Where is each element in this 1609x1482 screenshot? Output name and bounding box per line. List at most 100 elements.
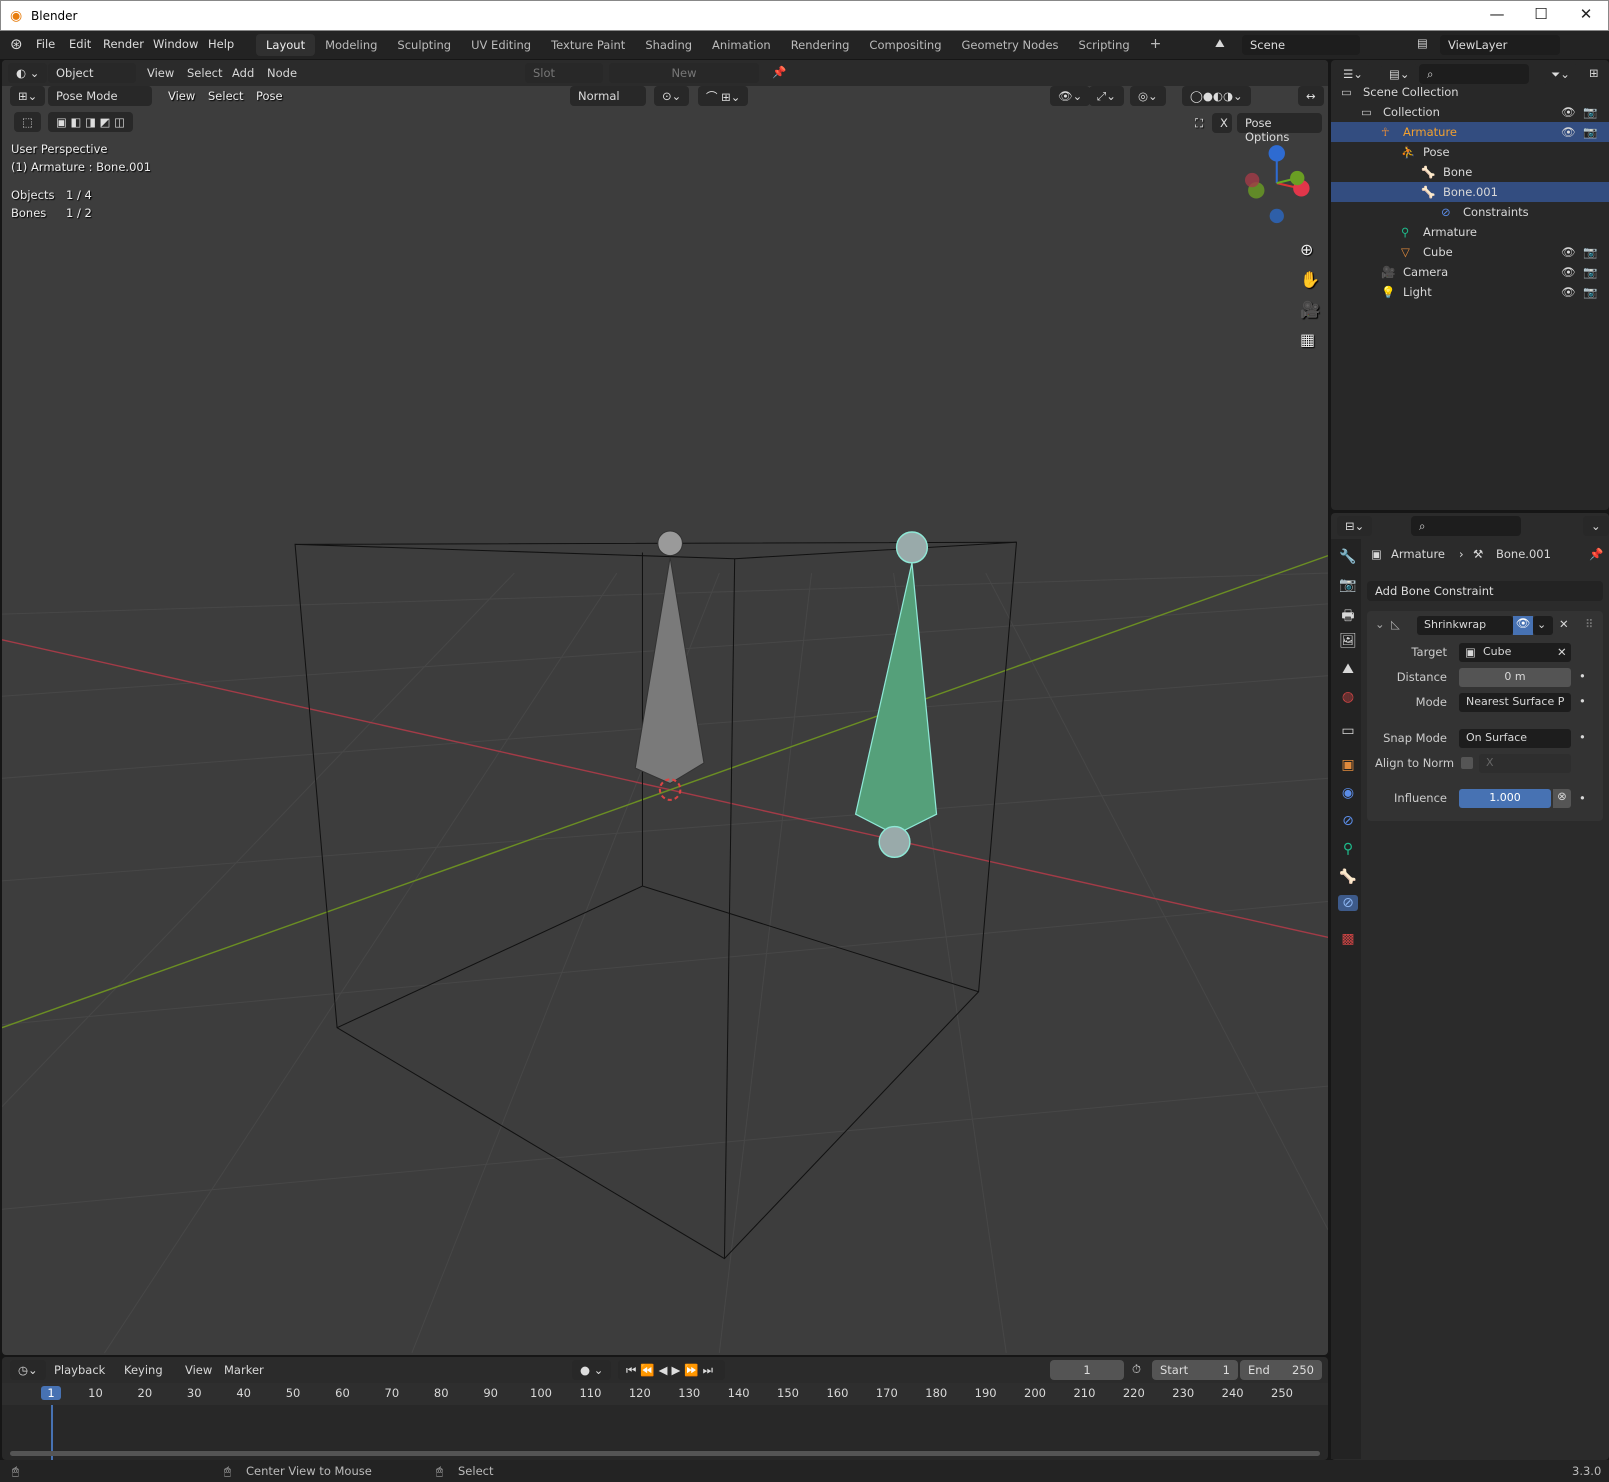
x-mirror-toggle[interactable]: X	[1212, 113, 1232, 133]
tab-sculpting[interactable]: Sculpting	[387, 34, 461, 56]
tab-layout[interactable]: Layout	[256, 34, 316, 56]
collection-tab-icon[interactable]: ▭	[1338, 723, 1358, 739]
tab-shading[interactable]: Shading	[635, 34, 702, 56]
camera-view-icon[interactable]: 🎥	[1300, 300, 1320, 319]
align-axis-dropdown[interactable]: X	[1479, 754, 1571, 773]
minimize-button[interactable]: —	[1477, 5, 1517, 23]
pan-hand-icon[interactable]: ✋	[1300, 270, 1320, 289]
viewport-menu-view[interactable]: View	[168, 89, 195, 103]
tab-modeling[interactable]: Modeling	[315, 34, 387, 56]
render-camera-icon[interactable]: 📷	[1583, 125, 1597, 139]
shading-modes-icon[interactable]: ◯●◐◑⌄	[1182, 86, 1251, 106]
bone-constraints-tab-icon[interactable]: ⊘	[1338, 895, 1358, 911]
filter-icon[interactable]: ⏷⌄	[1543, 64, 1578, 84]
menu-view[interactable]: View	[147, 66, 174, 80]
outliner-editor-type-icon[interactable]: ☰⌄	[1335, 64, 1371, 84]
world-tab-icon[interactable]: ◍	[1338, 689, 1358, 705]
playback-controls[interactable]: ⏮⏪◀▶⏩⏭	[618, 1360, 726, 1380]
render-camera-icon[interactable]: 📷	[1583, 285, 1597, 299]
texture-tab-icon[interactable]: ▩	[1338, 931, 1358, 947]
outliner-row[interactable]: ☥ Armature 👁 📷	[1331, 122, 1609, 142]
overlays-icon[interactable]: ◎⌄	[1130, 86, 1166, 106]
menu-playback[interactable]: Playback	[54, 1363, 105, 1377]
zoom-icon[interactable]: ⊕	[1300, 240, 1313, 259]
viewport-scene[interactable]	[2, 60, 1328, 1355]
tab-uv-editing[interactable]: UV Editing	[461, 34, 541, 56]
snap-keyframe-icon[interactable]: •	[1579, 730, 1586, 744]
render-camera-icon[interactable]: 📷	[1583, 105, 1597, 119]
object-mode-dropdown[interactable]: Object	[48, 63, 136, 83]
3d-viewport[interactable]: ⊞⌄ Pose Mode View Select Pose Normal ⊙⌄ …	[2, 60, 1328, 1355]
visibility-icon[interactable]: 👁⌄	[1050, 86, 1091, 106]
influence-keyframe-icon[interactable]: •	[1579, 791, 1586, 805]
disable-keep-transform-icon[interactable]: ⊗	[1553, 789, 1571, 808]
select-mode-icons[interactable]: ▣ ◧ ◨ ◩ ◫	[48, 112, 133, 132]
clear-target-icon[interactable]: ✕	[1557, 645, 1567, 659]
view-layer-icon[interactable]: ▤	[1417, 36, 1428, 50]
view-layer-selector[interactable]: ViewLayer	[1440, 35, 1560, 55]
properties-options-icon[interactable]: ⌄	[1583, 516, 1609, 536]
visibility-eye-icon[interactable]: 👁	[1561, 285, 1576, 299]
select-tool-icon[interactable]: ⬚	[14, 112, 41, 132]
scene-tab-icon[interactable]: ⛰	[1338, 661, 1358, 677]
sidebar-toggle-icon[interactable]: ↔	[1298, 86, 1324, 106]
pose-options-dropdown[interactable]: Pose Options	[1237, 113, 1322, 144]
mode-keyframe-icon[interactable]: •	[1579, 694, 1586, 708]
menu-file[interactable]: File	[36, 37, 55, 51]
auto-keying-icon[interactable]: ● ⌄	[572, 1360, 612, 1380]
collapse-chevron-icon[interactable]: ⌄	[1375, 617, 1385, 631]
blender-menu-icon[interactable]: ⊛	[10, 35, 23, 53]
menu-marker[interactable]: Marker	[224, 1363, 264, 1377]
properties-search-input[interactable]: ⌕	[1411, 516, 1521, 536]
x-mirror-icon[interactable]: ⛶	[1195, 116, 1203, 131]
add-workspace-icon[interactable]: +	[1140, 34, 1172, 56]
outliner-search-input[interactable]: ⌕	[1419, 64, 1529, 84]
menu-window[interactable]: Window	[153, 37, 198, 51]
tab-compositing[interactable]: Compositing	[859, 34, 951, 56]
ortho-grid-icon[interactable]: ▦	[1300, 330, 1315, 349]
timeline-editor-type-icon[interactable]: ◷⌄	[10, 1360, 46, 1380]
viewport-editor-type-icon[interactable]: ⊞⌄	[10, 86, 46, 106]
mode-dropdown[interactable]: Nearest Surface P	[1459, 693, 1571, 712]
object-constraints-tab-icon[interactable]: ⊘	[1338, 813, 1358, 829]
viewport-menu-pose[interactable]: Pose	[256, 89, 283, 103]
object-tab-icon[interactable]: ▣	[1338, 757, 1358, 773]
snap-icon[interactable]: ⌒ ⊞⌄	[698, 86, 749, 106]
new-material-button[interactable]: New	[609, 63, 759, 83]
outliner-row[interactable]: ⚲ Armature	[1331, 222, 1609, 242]
render-camera-icon[interactable]: 📷	[1583, 245, 1597, 259]
outliner-row[interactable]: ▽ Cube 👁 📷	[1331, 242, 1609, 262]
menu-edit[interactable]: Edit	[69, 37, 91, 51]
maximize-button[interactable]: ☐	[1521, 5, 1561, 23]
preview-range-icon[interactable]: ⏱	[1132, 1362, 1141, 1377]
render-tab-icon[interactable]: 📷	[1338, 577, 1358, 593]
transform-orientation-dropdown[interactable]: Normal	[570, 86, 646, 106]
menu-keying[interactable]: Keying	[124, 1363, 163, 1377]
constraint-enable-eye-icon[interactable]: 👁	[1513, 616, 1533, 635]
tab-rendering[interactable]: Rendering	[781, 34, 860, 56]
display-mode-icon[interactable]: ▤⌄	[1381, 64, 1418, 84]
gizmo-toggle-icon[interactable]: ⤢⌄	[1089, 86, 1124, 106]
add-bone-constraint-dropdown[interactable]: Add Bone Constraint	[1367, 581, 1603, 601]
menu-render[interactable]: Render	[103, 37, 144, 51]
menu-node[interactable]: Node	[267, 66, 297, 80]
bone-tab-icon[interactable]: 🦴	[1338, 869, 1358, 885]
outliner-row[interactable]: 🦴 Bone.001	[1331, 182, 1609, 202]
outliner-row[interactable]: 💡 Light 👁 📷	[1331, 282, 1609, 302]
align-to-normal-checkbox[interactable]	[1461, 757, 1473, 769]
properties-editor-type-icon[interactable]: ⊟⌄	[1337, 516, 1373, 536]
editor-type-icon[interactable]: ◐ ⌄	[8, 63, 48, 83]
constraint-name-input[interactable]: Shrinkwrap	[1417, 616, 1513, 635]
snap-mode-dropdown[interactable]: On Surface	[1459, 729, 1571, 748]
slot-dropdown[interactable]: Slot	[525, 63, 603, 83]
distance-keyframe-icon[interactable]: •	[1579, 669, 1586, 683]
view-layer-tab-icon[interactable]: 🖼	[1338, 633, 1358, 649]
visibility-eye-icon[interactable]: 👁	[1561, 245, 1576, 259]
tool-tab-icon[interactable]: 🔧	[1338, 549, 1358, 565]
outliner-row[interactable]: 🎥 Camera 👁 📷	[1331, 262, 1609, 282]
delete-constraint-icon[interactable]: ✕	[1559, 617, 1569, 631]
timeline-menu-view[interactable]: View	[185, 1363, 212, 1377]
scene-selector[interactable]: Scene	[1242, 35, 1360, 55]
frame-ruler[interactable]: 1 10 20 30 40 50 60 70 80 90 100 110 120 130 140 150 160…	[2, 1383, 1328, 1461]
tab-scripting[interactable]: Scripting	[1069, 34, 1140, 56]
